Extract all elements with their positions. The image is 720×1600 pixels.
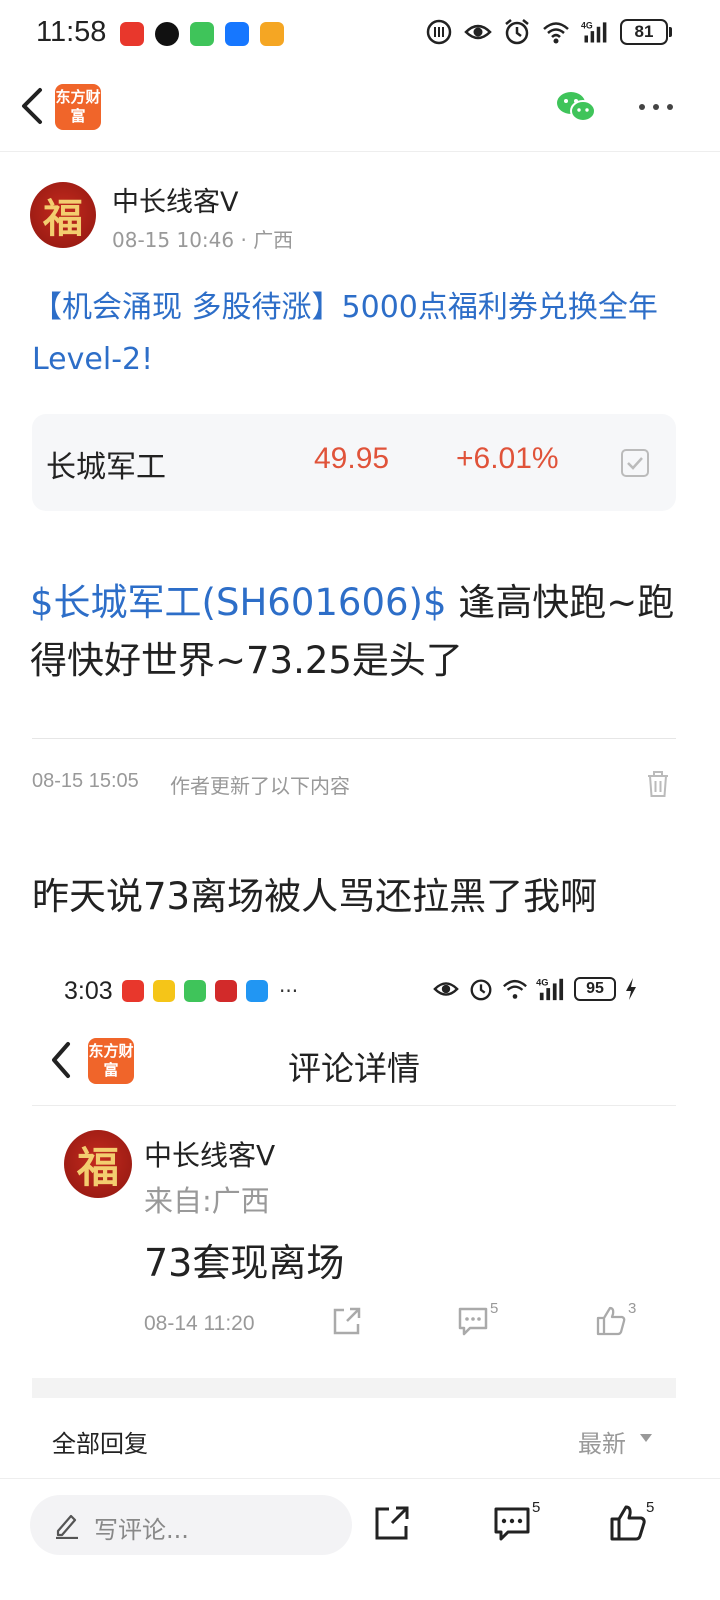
eastmoney-logo: 东方财富: [55, 84, 101, 130]
embedded-battery-level: 95: [574, 977, 616, 1001]
netease-music-icon: [215, 980, 237, 1002]
wechat-icon: [190, 22, 214, 46]
pencil-icon: [56, 1514, 78, 1539]
share-button[interactable]: [372, 1503, 412, 1543]
network-label: 4G: [581, 21, 593, 31]
update-time: 08-15 15:05: [32, 770, 139, 792]
coupon-app-icon: [260, 22, 284, 46]
alipay-icon: [225, 22, 249, 46]
eye-icon: [433, 982, 459, 996]
embedded-page-title: 评论详情: [288, 1049, 420, 1088]
promo-link[interactable]: 【机会涌现 多股待涨】5000点福利券兑换全年Level-2!: [32, 282, 692, 386]
status-bar: 11:58 4G 81: [0, 0, 720, 72]
embedded-section-band: [32, 1378, 676, 1398]
like-button[interactable]: [608, 1503, 648, 1543]
comment-placeholder: 写评论...: [94, 1516, 189, 1544]
more-apps-dots: ···: [279, 979, 299, 1003]
more-options-button[interactable]: [638, 100, 674, 114]
eye-icon: [464, 24, 492, 40]
embedded-screenshot[interactable]: 3:03 ··· 4G 95 东方财富 评论详情 福 中长线客V 来自:广西 7…: [32, 960, 676, 1480]
post-meta: 08-15 10:46 · 广西: [112, 224, 293, 253]
stock-name: 长城军工: [46, 450, 166, 485]
embedded-comment-text: 73套现离场: [144, 1241, 345, 1285]
status-app-icons: [120, 22, 284, 46]
comment-button[interactable]: [492, 1503, 532, 1543]
post-region: 广西: [253, 228, 294, 252]
pinduoduo-icon: [122, 980, 144, 1002]
caret-down-icon: [640, 1434, 652, 1442]
cellular-signal-icon: 4G: [581, 21, 607, 43]
stock-price: 49.95: [314, 442, 390, 475]
embedded-reply-count: 5: [490, 1300, 499, 1317]
embedded-sort-label: 最新: [578, 1430, 626, 1458]
embedded-author-name: 中长线客V: [144, 1139, 276, 1172]
cellular-signal-icon: 4G: [536, 977, 564, 1001]
back-button[interactable]: [14, 84, 54, 128]
alarm-icon: [505, 19, 529, 45]
embedded-status-time: 3:03: [64, 977, 113, 1005]
embedded-comment-date: 08-14 11:20: [144, 1312, 255, 1335]
wechat-share-button[interactable]: [556, 90, 596, 124]
share-icon: [333, 1307, 361, 1335]
battery-level: 81: [620, 19, 668, 45]
charging-icon: [626, 978, 636, 1000]
avatar-fu-character: 福: [43, 195, 83, 242]
pinduoduo-icon: [120, 22, 144, 46]
add-watchlist-checkbox[interactable]: [620, 448, 650, 478]
nfc-icon: [426, 19, 452, 45]
status-right-icons: 4G 81: [425, 18, 672, 46]
wifi-icon: [503, 979, 527, 999]
trash-icon[interactable]: [646, 770, 670, 798]
alarm-icon: [470, 979, 492, 1001]
embedded-avatar-fu-character: 福: [76, 1142, 119, 1192]
like-count: 5: [646, 1499, 655, 1516]
stock-card[interactable]: 长城军工 49.95 +6.01%: [32, 414, 676, 511]
ticker-link[interactable]: $长城军工(SH601606)$: [30, 581, 447, 624]
message-icon: [246, 980, 268, 1002]
battery-indicator: 81: [620, 19, 672, 45]
update-text: 昨天说73离场被人骂还拉黑了我啊: [32, 875, 598, 918]
comment-input[interactable]: 写评论...: [30, 1495, 352, 1555]
embedded-status-right: 4G 95: [432, 976, 638, 1002]
post-body: $长城军工(SH601606)$ 逢高快跑~跑得快好世界~73.25是头了: [30, 574, 690, 690]
embedded-like-count: 3: [628, 1300, 637, 1317]
update-note: 作者更新了以下内容: [170, 774, 350, 798]
top-nav: 东方财富: [0, 72, 720, 152]
embedded-all-replies: 全部回复: [52, 1430, 148, 1458]
reply-icon: [458, 1307, 488, 1336]
wechat-icon: [184, 980, 206, 1002]
post-date: 08-15 10:46: [112, 228, 235, 252]
embedded-network-label: 4G: [536, 977, 548, 987]
status-time: 11:58: [36, 16, 107, 48]
meta-separator: ·: [240, 228, 247, 252]
bottom-bar: 写评论... 5 5: [0, 1478, 720, 1600]
embedded-author-avatar: 福: [64, 1130, 132, 1198]
battery-tip: [669, 27, 672, 37]
wifi-icon: [543, 22, 569, 44]
divider: [32, 738, 676, 739]
like-icon: [596, 1306, 626, 1336]
embedded-divider: [32, 1105, 676, 1106]
stock-change: +6.01%: [456, 442, 559, 475]
embedded-from-region: 来自:广西: [144, 1184, 270, 1218]
tiktok-icon: [155, 22, 179, 46]
author-name[interactable]: 中长线客V: [112, 180, 238, 219]
embedded-status-apps: ···: [122, 979, 298, 1003]
weibo-icon: [153, 980, 175, 1002]
author-avatar[interactable]: 福: [30, 182, 96, 248]
comment-count: 5: [532, 1499, 541, 1516]
